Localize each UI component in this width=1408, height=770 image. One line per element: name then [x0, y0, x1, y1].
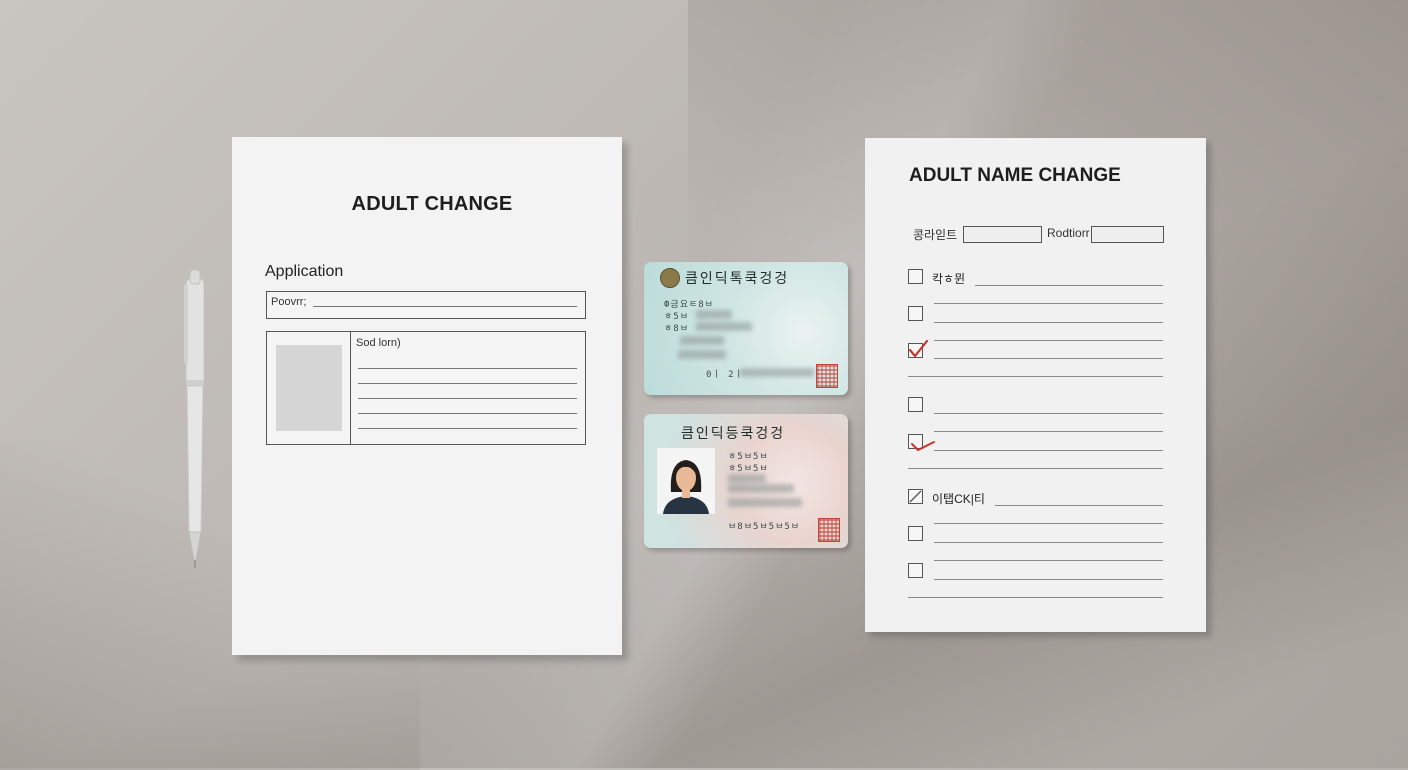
details-line [358, 398, 577, 399]
photo-box-label: Sod lorn) [356, 337, 401, 349]
checklist-line [934, 450, 1163, 451]
field2-box [1091, 226, 1164, 243]
redacted-text [740, 368, 814, 377]
redacted-text [728, 484, 794, 493]
name-field-box: Poovrr; [266, 291, 586, 319]
red-checkmark-icon [911, 441, 935, 452]
details-line [358, 428, 577, 429]
checklist-line [934, 523, 1163, 524]
checklist-line [908, 597, 1163, 598]
checkbox [908, 397, 923, 412]
redacted-text [680, 336, 724, 345]
government-emblem-icon [660, 268, 680, 288]
checklist-line [934, 358, 1163, 359]
id-card-front-2: 큼인딕등쿡겅겅 ㅎ5ㅂ5ㅂ ㅎ5ㅂ5ㅂ ㅂ8ㅂ5ㅂ5ㅂ5ㅂ [644, 414, 848, 548]
slash-mark-icon [909, 490, 922, 503]
checklist-line [934, 560, 1163, 561]
checkbox [908, 563, 923, 578]
id-card-1-header: 큼인딕톡쿡겅겅 [685, 270, 790, 286]
field2-label: Rodtiorr [1047, 226, 1090, 240]
photo-box-divider [350, 332, 351, 444]
checklist-line [934, 303, 1163, 304]
id-card-2-line3: ㅂ8ㅂ5ㅂ5ㅂ5ㅂ [728, 522, 801, 532]
id-card-2-header: 큼인딕등쿡겅겅 [681, 425, 786, 441]
application-form-document: ADULT CHANGE Application Poovrr; Sod lor… [232, 137, 622, 655]
checkbox1-label: 칵ㅎ뮌 [932, 272, 966, 286]
id-card-front-1: 큼인딕톡쿡겅겅 Ф금요ㅌ8ㅂ ㅎ5ㅂ ㅎ8ㅂ 0ㅣ 2ㅣ [644, 262, 848, 395]
redacted-text [728, 474, 766, 483]
details-line [358, 383, 577, 384]
red-checkmark-icon [908, 339, 929, 358]
redacted-text [728, 498, 802, 507]
checklist-line [934, 579, 1163, 580]
checklist-line [934, 542, 1163, 543]
portrait-photo [657, 448, 715, 514]
checklist-line [975, 285, 1163, 286]
photo-details-box: Sod lorn) [266, 331, 586, 445]
name-field-label: Poovrr; [271, 296, 307, 308]
checklist-line [934, 322, 1163, 323]
details-line [358, 413, 577, 414]
checklist-line [934, 413, 1163, 414]
checklist-line [908, 468, 1163, 469]
red-seal-icon [818, 518, 840, 542]
redacted-text [696, 310, 732, 319]
application-section-label: Application [265, 263, 344, 280]
checklist-line [934, 431, 1163, 432]
checkbox [908, 526, 923, 541]
right-document-title: ADULT NAME CHANGE [909, 165, 1121, 186]
field1-label: 콩라읻트 [913, 228, 958, 242]
pen-icon [184, 270, 205, 568]
redacted-text [678, 350, 726, 359]
checkbox6-label: 이탭CK|티 [932, 492, 985, 506]
field1-box [963, 226, 1042, 243]
left-document-title: ADULT CHANGE [351, 193, 513, 215]
photo-placeholder [276, 345, 342, 431]
red-seal-icon [816, 364, 838, 388]
details-line [358, 368, 577, 369]
redacted-text [696, 322, 752, 331]
checkbox [908, 306, 923, 321]
id-card-2-line2: ㅎ5ㅂ5ㅂ [728, 464, 769, 474]
checkbox [908, 269, 923, 284]
name-change-checklist-document: ADULT NAME CHANGE 콩라읻트 Rodtiorr 칵ㅎ뮌 이탭CK… [865, 138, 1206, 632]
checklist-line [934, 340, 1163, 341]
name-field-line [313, 306, 577, 307]
checklist-line [995, 505, 1163, 506]
id-card-1-line3: ㅎ8ㅂ [664, 324, 689, 334]
checklist-line [908, 376, 1163, 377]
id-card-1-footer: 0ㅣ 2ㅣ [706, 370, 744, 380]
